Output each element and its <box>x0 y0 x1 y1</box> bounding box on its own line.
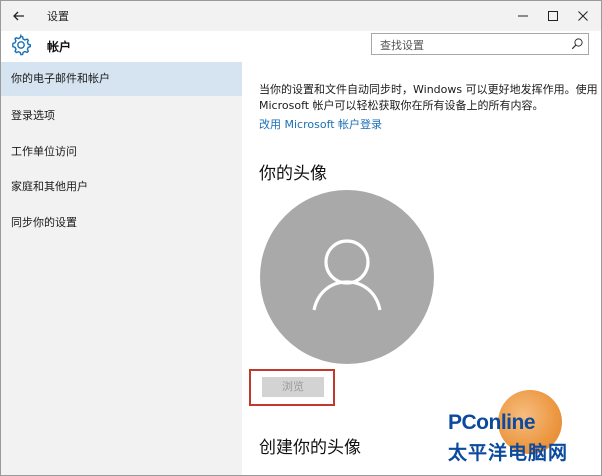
back-arrow-icon <box>13 11 24 21</box>
browse-button[interactable]: 浏览 <box>262 377 324 397</box>
maximize-icon <box>548 11 558 21</box>
close-button[interactable] <box>569 5 597 27</box>
avatar <box>260 190 434 364</box>
close-icon <box>578 11 588 21</box>
sidebar-item-work-access[interactable]: 工作单位访问 <box>1 135 242 169</box>
maximize-button[interactable] <box>539 5 567 27</box>
settings-window: 设置 帐户 查找设置 你的电子邮件和帐户 登录选项 工作单位访问 家庭和其他用户… <box>0 0 602 476</box>
sidebar: 你的电子邮件和帐户 登录选项 工作单位访问 家庭和其他用户 同步你的设置 <box>1 62 242 475</box>
search-box[interactable] <box>371 33 589 55</box>
microsoft-account-link[interactable]: 改用 Microsoft 帐户登录 <box>259 116 382 132</box>
watermark-sub: 太平洋电脑网 <box>448 442 569 464</box>
search-icon[interactable] <box>570 37 584 51</box>
window-title: 设置 <box>47 10 69 23</box>
user-icon <box>312 239 382 311</box>
sync-description: 当你的设置和文件自动同步时，Windows 可以更好地发挥作用。使用 Micro… <box>259 83 598 112</box>
back-button[interactable] <box>7 5 31 27</box>
watermark-brand: PConline <box>448 411 536 434</box>
gear-icon <box>10 33 32 56</box>
search-input[interactable] <box>378 36 562 54</box>
watermark-logo: PConline 太平洋电脑网 <box>448 386 598 474</box>
minimize-icon <box>518 15 528 17</box>
page-title: 帐户 <box>47 40 72 54</box>
browse-highlight-frame: 浏览 <box>249 369 335 406</box>
sidebar-item-family-users[interactable]: 家庭和其他用户 <box>1 170 242 204</box>
sidebar-item-sync-settings[interactable]: 同步你的设置 <box>1 206 242 240</box>
minimize-button[interactable] <box>509 5 537 27</box>
avatar-section-title: 你的头像 <box>259 164 327 184</box>
sidebar-item-sign-in-options[interactable]: 登录选项 <box>1 99 242 133</box>
title-bar: 设置 <box>1 1 601 31</box>
create-avatar-title: 创建你的头像 <box>259 438 361 458</box>
sidebar-item-email-accounts[interactable]: 你的电子邮件和帐户 <box>1 62 242 96</box>
